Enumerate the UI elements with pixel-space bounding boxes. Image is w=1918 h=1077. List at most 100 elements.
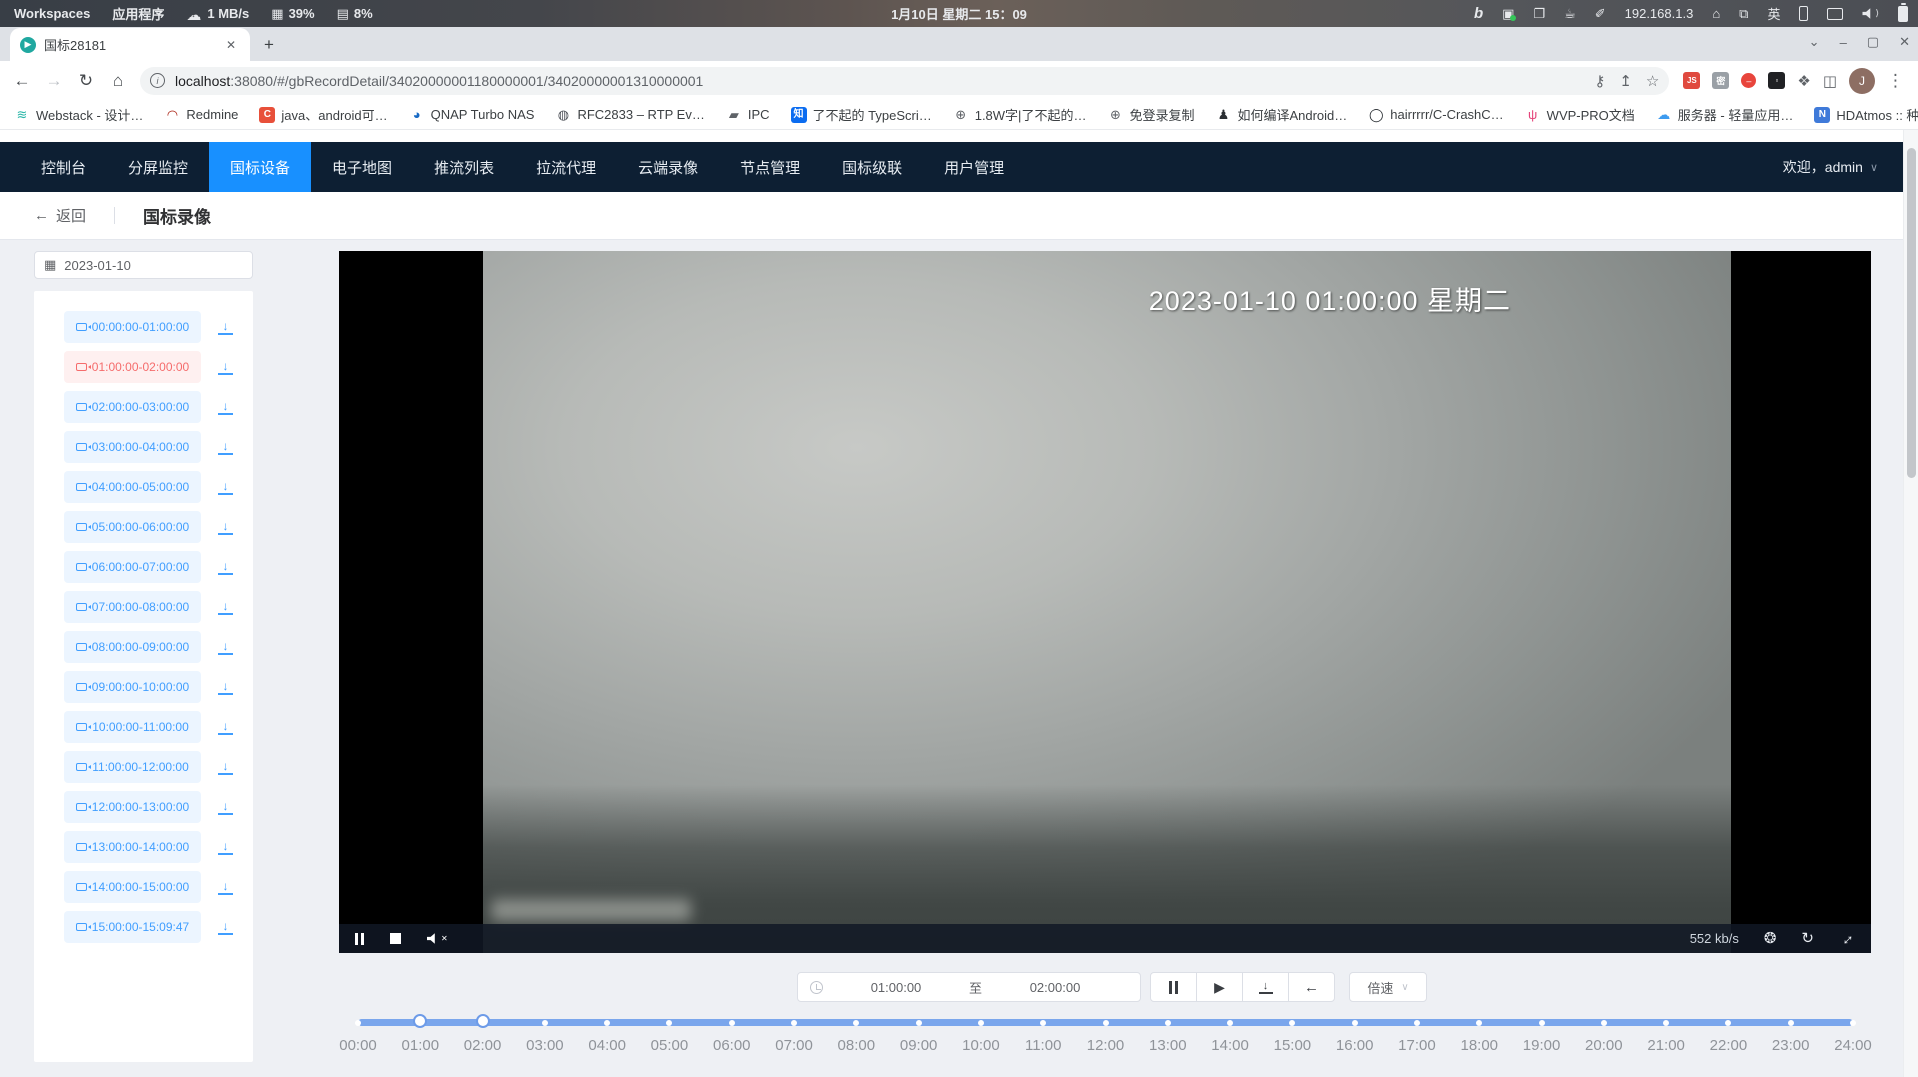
download-icon[interactable]: ↓ xyxy=(218,440,233,455)
extension-js-icon[interactable]: JS xyxy=(1683,72,1700,89)
tab-search-icon[interactable]: ⌄ xyxy=(1809,34,1820,50)
user-menu[interactable]: 欢迎，admin ∨ xyxy=(1783,142,1878,192)
recording-segment-button[interactable]: 11:00:00-12:00:00 xyxy=(64,751,201,783)
recording-segment-button[interactable]: 13:00:00-14:00:00 xyxy=(64,831,201,863)
home-tray-icon[interactable]: ⌂ xyxy=(1712,7,1720,20)
volume-tray-icon[interactable]: ⟩ xyxy=(1862,8,1879,19)
nav-tab[interactable]: 推流列表 xyxy=(413,142,515,192)
applications-button[interactable]: 应用程序 xyxy=(112,4,164,23)
network-speed-indicator[interactable]: ☁↓ 1 MB/s xyxy=(186,6,249,21)
page-scrollbar[interactable] xyxy=(1903,130,1918,1077)
download-icon[interactable]: ↓ xyxy=(218,680,233,695)
speed-dropdown[interactable]: 倍速 ∨ xyxy=(1349,972,1427,1002)
battery-tray-icon[interactable] xyxy=(1898,6,1908,22)
bookmark-star-icon[interactable]: ☆ xyxy=(1646,72,1659,90)
download-icon[interactable]: ↓ xyxy=(218,400,233,415)
nav-tab[interactable]: 国标级联 xyxy=(821,142,923,192)
browser-menu-icon[interactable]: ⋮ xyxy=(1887,71,1904,91)
bookmark-item[interactable]: ▰ IPC xyxy=(726,107,770,123)
bookmark-item[interactable]: ☁ 服务器 - 轻量应用… xyxy=(1656,105,1794,124)
system-clock[interactable]: 1月10日 星期二 15：09 xyxy=(891,4,1027,23)
nav-tab[interactable]: 分屏监控 xyxy=(107,142,209,192)
tool-tray-icon[interactable]: ✐ xyxy=(1595,7,1606,20)
clipboard-tray-icon[interactable]: ❐ xyxy=(1533,7,1545,20)
recording-segment-button[interactable]: 04:00:00-05:00:00 xyxy=(64,471,201,503)
nav-tab[interactable]: 电子地图 xyxy=(311,142,413,192)
recording-segment-button[interactable]: 05:00:00-06:00:00 xyxy=(64,511,201,543)
bookmark-item[interactable]: ψ WVP-PRO文档 xyxy=(1525,105,1635,124)
nav-tab[interactable]: 云端录像 xyxy=(617,142,719,192)
recording-segment-button[interactable]: 06:00:00-07:00:00 xyxy=(64,551,201,583)
recording-segment-button[interactable]: 10:00:00-11:00:00 xyxy=(64,711,201,743)
bookmark-item[interactable]: ♟ 如何编译Android… xyxy=(1215,105,1347,124)
bookmark-item[interactable]: ◠ Redmine xyxy=(164,107,238,123)
bookmark-item[interactable]: ≋ Webstack - 设计… xyxy=(14,105,143,124)
recording-segment-button[interactable]: 03:00:00-04:00:00 xyxy=(64,431,201,463)
recording-segment-button[interactable]: 14:00:00-15:00:00 xyxy=(64,871,201,903)
cpu-usage-indicator[interactable]: ▦ 39% xyxy=(271,6,314,21)
video-player[interactable]: 2023-01-10 01:00:00 星期二 ✕ 552 kb/s ❂ ↻ ↔ xyxy=(339,251,1871,953)
step-back-button[interactable]: ← xyxy=(1288,972,1335,1002)
download-icon[interactable]: ↓ xyxy=(218,560,233,575)
bookmark-item[interactable]: 知 了不起的 TypeScri… xyxy=(791,105,932,124)
memory-usage-indicator[interactable]: ▤ 8% xyxy=(337,6,373,21)
download-icon[interactable]: ↓ xyxy=(218,640,233,655)
bookmark-item[interactable]: C java、android可… xyxy=(259,105,387,124)
display-tray-icon[interactable] xyxy=(1827,8,1843,20)
address-bar[interactable]: i localhost:38080/#/gbRecordDetail/34020… xyxy=(140,67,1669,95)
extension-black-icon[interactable]: ▫ xyxy=(1768,72,1785,89)
recording-segment-button[interactable]: 07:00:00-08:00:00 xyxy=(64,591,201,623)
recording-segment-button[interactable]: 00:00:00-01:00:00 xyxy=(64,311,201,343)
play-button[interactable]: ▶ xyxy=(1196,972,1243,1002)
timeline[interactable]: 00:0001:0002:0003:0004:0005:0006:0007:00… xyxy=(358,1013,1853,1073)
bookmark-item[interactable]: ⊕ 免登录复制 xyxy=(1107,105,1194,124)
download-icon[interactable]: ↓ xyxy=(218,480,233,495)
download-icon[interactable]: ↓ xyxy=(218,320,233,335)
range-end-value[interactable]: 02:00:00 xyxy=(982,980,1128,995)
download-icon[interactable]: ↓ xyxy=(218,800,233,815)
download-icon[interactable]: ↓ xyxy=(218,720,233,735)
workspaces-button[interactable]: Workspaces xyxy=(14,6,90,21)
snapshot-icon[interactable]: ❂ xyxy=(1764,931,1777,946)
extension-mi-icon[interactable]: 密 xyxy=(1712,72,1729,89)
scrollbar-thumb[interactable] xyxy=(1907,148,1916,478)
back-button[interactable]: ← 返回 xyxy=(34,205,86,226)
bookmark-item[interactable]: N HDAtmos :: 种子 *… xyxy=(1814,105,1918,124)
refresh-icon[interactable]: ↻ xyxy=(1801,931,1814,946)
recording-segment-button[interactable]: 01:00:00-02:00:00 xyxy=(64,351,201,383)
bookmark-item[interactable]: ◯ hairrrrr/C-CrashC… xyxy=(1368,107,1503,123)
recording-segment-button[interactable]: 02:00:00-03:00:00 xyxy=(64,391,201,423)
nav-tab[interactable]: 用户管理 xyxy=(923,142,1025,192)
url-text[interactable]: localhost:38080/#/gbRecordDetail/3402000… xyxy=(175,73,1584,89)
ip-address-indicator[interactable]: 192.168.1.3 xyxy=(1625,6,1694,21)
phone-tray-icon[interactable] xyxy=(1799,6,1808,21)
download-icon[interactable]: ↓ xyxy=(218,880,233,895)
nav-tab[interactable]: 控制台 xyxy=(20,142,107,192)
bing-tray-icon[interactable]: b xyxy=(1474,6,1483,21)
share-icon[interactable]: ↥ xyxy=(1619,72,1632,90)
input-method-indicator[interactable]: 英 xyxy=(1767,4,1780,23)
extension-red-icon[interactable]: – xyxy=(1741,73,1756,88)
player-pause-icon[interactable] xyxy=(355,933,364,945)
nav-tab[interactable]: 节点管理 xyxy=(719,142,821,192)
bookmark-item[interactable]: ⊕ 1.8W字|了不起的… xyxy=(953,105,1087,124)
workspaces-tray-icon[interactable]: ⧉ xyxy=(1739,7,1748,20)
side-panel-icon[interactable]: ◫ xyxy=(1823,72,1837,90)
coffee-tray-icon[interactable]: ☕ xyxy=(1564,7,1576,20)
browser-reload-button[interactable]: ↻ xyxy=(72,67,100,95)
download-icon[interactable]: ↓ xyxy=(218,360,233,375)
passkey-icon[interactable]: ⚷ xyxy=(1594,72,1605,90)
download-icon[interactable]: ↓ xyxy=(218,840,233,855)
tab-close-icon[interactable]: ✕ xyxy=(222,36,240,54)
time-range-picker[interactable]: 01:00:00 至 02:00:00 xyxy=(797,972,1141,1002)
browser-profile-avatar[interactable]: J xyxy=(1849,68,1875,94)
bookmark-item[interactable]: ◍ RFC2833 – RTP Ev… xyxy=(555,107,704,123)
extensions-puzzle-icon[interactable]: ❖ xyxy=(1797,72,1810,90)
recording-segment-button[interactable]: 12:00:00-13:00:00 xyxy=(64,791,201,823)
browser-tab[interactable]: ▶ 国标28181 ✕ xyxy=(10,28,250,61)
range-start-value[interactable]: 01:00:00 xyxy=(823,980,969,995)
player-mute-icon[interactable]: ✕ xyxy=(427,933,448,944)
download-button[interactable]: ↓ xyxy=(1242,972,1289,1002)
new-tab-button[interactable]: + xyxy=(256,32,282,58)
browser-home-button[interactable]: ⌂ xyxy=(104,67,132,95)
